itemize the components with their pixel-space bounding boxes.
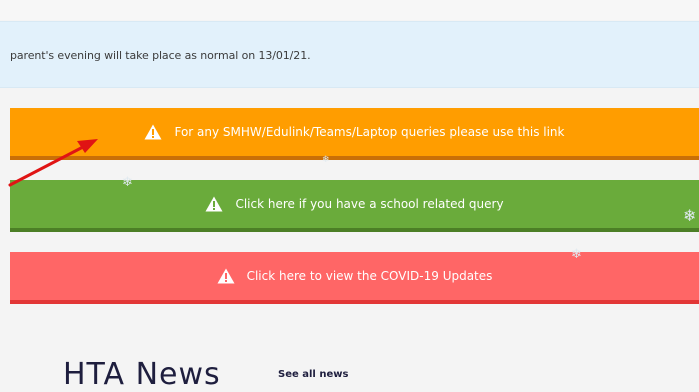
red-arrow-icon xyxy=(8,139,98,187)
